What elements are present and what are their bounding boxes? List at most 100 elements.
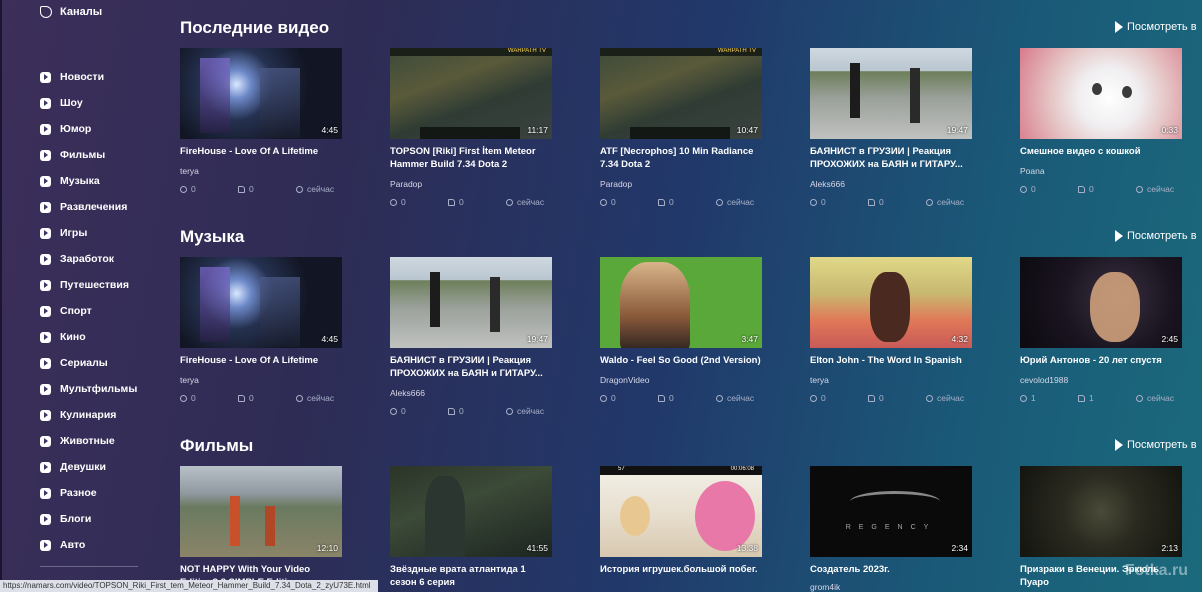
video-author[interactable]: terya: [180, 375, 342, 385]
sidebar-item-news[interactable]: Новости: [40, 64, 137, 90]
play-icon: [40, 383, 51, 395]
video-thumbnail[interactable]: WARPATH TV 10:47: [600, 48, 762, 139]
video-thumbnail[interactable]: WARPATH TV 11:17: [390, 48, 552, 139]
clock-icon: [296, 185, 303, 193]
sidebar-item-travel[interactable]: Путешествия: [40, 272, 137, 298]
video-card[interactable]: 41:55 Звёздные врата атлантида 1 сезон 6…: [390, 466, 552, 589]
video-thumbnail[interactable]: 3:47: [600, 257, 762, 348]
video-thumbnail[interactable]: 4:45: [180, 48, 342, 139]
video-title[interactable]: Elton John - The Word In Spanish: [810, 354, 972, 367]
play-icon: [40, 487, 51, 499]
likes-count: 1: [1089, 393, 1094, 403]
thumbs-up-icon: [868, 198, 875, 206]
video-author[interactable]: Aleks666: [810, 179, 972, 189]
video-thumbnail[interactable]: 12:10: [180, 466, 342, 557]
sidebar-item-label: Блоги: [60, 513, 92, 525]
sidebar-item-sport[interactable]: Спорт: [40, 298, 137, 324]
video-title[interactable]: Waldo - Feel So Good (2nd Version): [600, 354, 762, 367]
video-thumbnail[interactable]: 4:32: [810, 257, 972, 348]
see-all-button[interactable]: Посмотреть в: [1115, 230, 1197, 242]
video-author[interactable]: terya: [810, 375, 972, 385]
posted-time: сейчас: [727, 197, 755, 207]
sidebar-item-cooking[interactable]: Кулинария: [40, 402, 137, 428]
video-card[interactable]: 0:33 Смешное видео с кошкой Poana 0 0 сейч…: [1020, 48, 1182, 194]
video-card[interactable]: 19:47 БАЯНИСТ в ГРУЗИИ | Реакция ПРОХОЖИ…: [810, 48, 972, 207]
sidebar-item-series[interactable]: Сериалы: [40, 350, 137, 376]
thumbnail-logo-text: REGENCY: [845, 524, 937, 531]
sidebar-item-humor[interactable]: Юмор: [40, 116, 137, 142]
video-author[interactable]: terya: [180, 166, 342, 176]
clock-icon: [506, 407, 513, 415]
video-author[interactable]: Paradop: [600, 179, 762, 189]
sidebar-item-animals[interactable]: Животные: [40, 428, 137, 454]
clock-icon: [926, 198, 933, 206]
video-card[interactable]: 2:45 Юрий Антонов - 20 лет спустя cevolo…: [1020, 257, 1182, 403]
views-count: 0: [401, 197, 406, 207]
video-stats: 1 1 сейчас: [1020, 393, 1182, 403]
video-thumbnail[interactable]: REGENCY 2:34: [810, 466, 972, 557]
video-title[interactable]: Юрий Антонов - 20 лет спустя: [1020, 354, 1182, 367]
sidebar-item-earnings[interactable]: Заработок: [40, 246, 137, 272]
video-author[interactable]: Paradop: [390, 179, 552, 189]
video-card[interactable]: 4:45 FireHouse - Love Of A Lifetime tery…: [180, 257, 342, 403]
video-thumbnail[interactable]: 2:45: [1020, 257, 1182, 348]
sidebar-item-entertainment[interactable]: Развлечения: [40, 194, 137, 220]
video-stats: 0 0 сейчас: [600, 197, 762, 207]
play-icon: [40, 331, 51, 343]
section-latest-videos: Последние видео Посмотреть в 4:45 FireHo…: [180, 18, 1202, 218]
sidebar-item-games[interactable]: Игры: [40, 220, 137, 246]
video-card[interactable]: WARPATH TV 11:17 TOPSON [Riki] First İtem…: [390, 48, 552, 207]
video-thumbnail[interactable]: 0:33: [1020, 48, 1182, 139]
play-icon: [40, 227, 51, 239]
views-count: 1: [1031, 393, 1036, 403]
video-card[interactable]: 12:10 NOT HAPPY With Your Video Editing?…: [180, 466, 342, 589]
video-title[interactable]: FireHouse - Love Of A Lifetime: [180, 354, 342, 367]
see-all-button[interactable]: Посмотреть в: [1115, 21, 1197, 33]
video-author[interactable]: Poana: [1020, 166, 1182, 176]
sidebar-item-shows[interactable]: Шоу: [40, 90, 137, 116]
video-title[interactable]: TOPSON [Riki] First İtem Meteor Hammer B…: [390, 145, 552, 171]
sidebar-item-cartoons[interactable]: Мультфильмы: [40, 376, 137, 402]
play-icon: [40, 175, 51, 187]
video-author[interactable]: grom4ik: [810, 582, 972, 592]
video-author[interactable]: Aleks666: [390, 388, 552, 398]
video-stats: 0 0 сейчас: [810, 393, 972, 403]
video-title[interactable]: История игрушек.большой побег.: [600, 563, 762, 576]
see-all-button[interactable]: Посмотреть в: [1115, 439, 1197, 451]
video-thumbnail[interactable]: 41:55: [390, 466, 552, 557]
sidebar-item-girls[interactable]: Девушки: [40, 454, 137, 480]
video-card[interactable]: 57 00:06:08 13:38 История игрушек.большо…: [600, 466, 762, 576]
video-stats: 0 0 сейчас: [180, 393, 342, 403]
video-card[interactable]: 4:32 Elton John - The Word In Spanish te…: [810, 257, 972, 403]
video-card[interactable]: 19:47 БАЯНИСТ в ГРУЗИИ | Реакция ПРОХОЖИ…: [390, 257, 552, 416]
video-card[interactable]: REGENCY 2:34 Создатель 2023г. grom4ik: [810, 466, 972, 592]
video-thumbnail[interactable]: 2:13: [1020, 466, 1182, 557]
views-count: 0: [401, 406, 406, 416]
sidebar-item-misc[interactable]: Разное: [40, 480, 137, 506]
video-card[interactable]: 4:45 FireHouse - Love Of A Lifetime tery…: [180, 48, 342, 194]
sidebar-item-auto[interactable]: Авто: [40, 532, 137, 558]
video-title[interactable]: Звёздные врата атлантида 1 сезон 6 серия: [390, 563, 552, 589]
sidebar-item-cinema[interactable]: Кино: [40, 324, 137, 350]
video-title[interactable]: Создатель 2023г.: [810, 563, 972, 576]
sidebar-channels[interactable]: Каналы: [40, 6, 102, 18]
video-author[interactable]: DragonVideo: [600, 375, 762, 385]
sidebar-item-label: Мультфильмы: [60, 383, 138, 395]
sidebar-item-blogs[interactable]: Блоги: [40, 506, 137, 532]
video-title[interactable]: Смешное видео с кошкой: [1020, 145, 1182, 158]
video-author[interactable]: cevolod1988: [1020, 375, 1182, 385]
views-count: 0: [1031, 184, 1036, 194]
video-title[interactable]: ATF [Necrophos] 10 Min Radiance 7.34 Dot…: [600, 145, 762, 171]
video-title[interactable]: FireHouse - Love Of A Lifetime: [180, 145, 342, 158]
video-thumbnail[interactable]: 19:47: [810, 48, 972, 139]
sidebar-item-music[interactable]: Музыка: [40, 168, 137, 194]
video-thumbnail[interactable]: 4:45: [180, 257, 342, 348]
video-card[interactable]: WARPATH TV 10:47 ATF [Necrophos] 10 Min R…: [600, 48, 762, 207]
video-title[interactable]: БАЯНИСТ в ГРУЗИИ | Реакция ПРОХОЖИХ на Б…: [810, 145, 972, 171]
video-thumbnail[interactable]: 19:47: [390, 257, 552, 348]
video-card[interactable]: 3:47 Waldo - Feel So Good (2nd Version) …: [600, 257, 762, 403]
video-thumbnail[interactable]: 57 00:06:08 13:38: [600, 466, 762, 557]
sidebar-item-films[interactable]: Фильмы: [40, 142, 137, 168]
sidebar-item-label: Авто: [60, 539, 86, 551]
video-title[interactable]: БАЯНИСТ в ГРУЗИИ | Реакция ПРОХОЖИХ на Б…: [390, 354, 552, 380]
